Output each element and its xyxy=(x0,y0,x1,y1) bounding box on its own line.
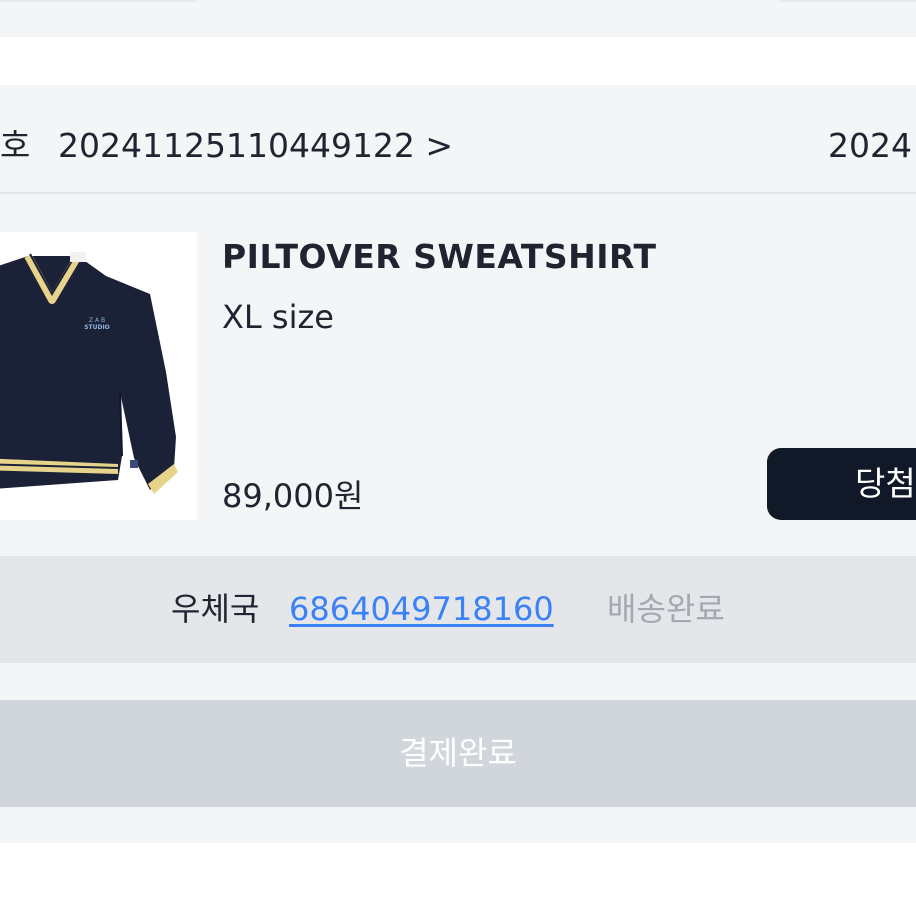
order-header-row[interactable]: 호 20241125110449122 > 2024 xyxy=(0,85,916,193)
product-price: 89,000원 xyxy=(222,477,364,515)
shipping-carrier: 우체국 xyxy=(171,590,260,628)
order-number-label: 호 xyxy=(0,126,31,165)
order-number-link[interactable]: 20241125110449122 > xyxy=(58,126,453,166)
top-band xyxy=(0,0,916,37)
tracking-number-link[interactable]: 6864049718160 xyxy=(289,589,554,629)
logo-line-1: Z A B xyxy=(89,317,105,324)
logo-line-2: STUDIO xyxy=(84,324,110,331)
top-divider-right xyxy=(780,0,916,2)
order-date: 2024 xyxy=(828,126,912,165)
shipping-status: 배송완료 xyxy=(607,590,725,628)
payment-complete-button[interactable]: 결제완료 xyxy=(0,700,916,807)
top-divider-left xyxy=(0,0,196,2)
shipping-info-bar: 우체국 6864049718160 배송완료 xyxy=(0,556,916,663)
product-name[interactable]: PILTOVER SWEATSHIRT xyxy=(222,237,657,277)
product-option: XL size xyxy=(222,298,334,336)
product-image[interactable]: Z A B STUDIO xyxy=(0,232,197,520)
win-button[interactable]: 당첨 xyxy=(767,448,916,520)
order-card: 호 20241125110449122 > 2024 Z A B STUDIO xyxy=(0,85,916,843)
sweatshirt-image: Z A B STUDIO xyxy=(0,232,197,520)
order-divider xyxy=(0,192,916,194)
